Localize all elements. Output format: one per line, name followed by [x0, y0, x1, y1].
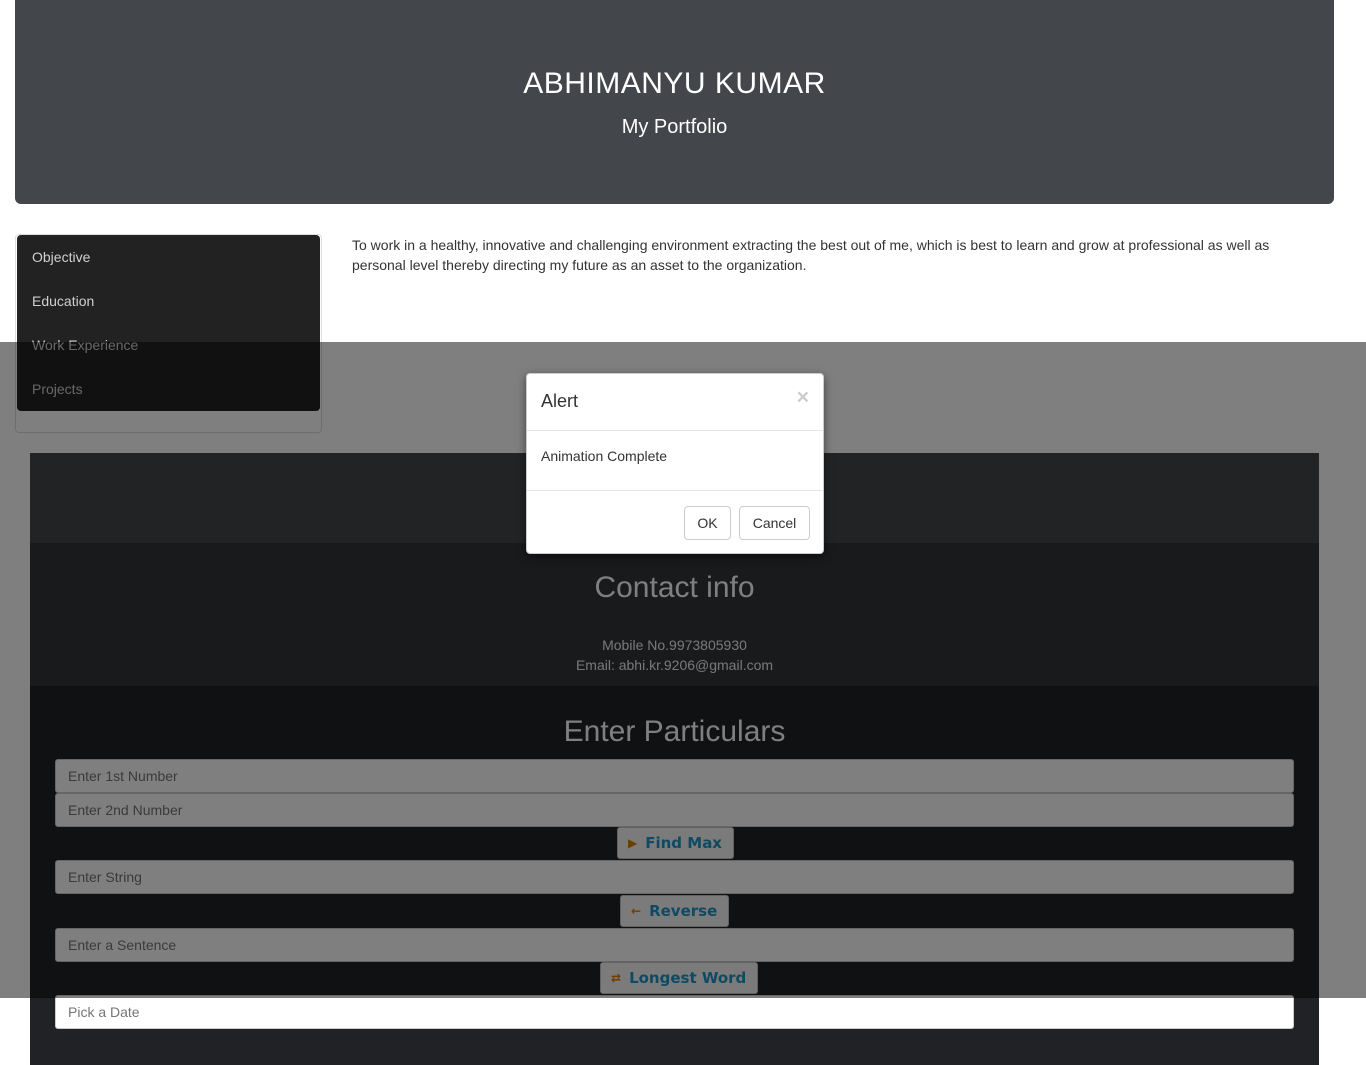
owner-name: ABHIMANYU KUMAR	[523, 67, 826, 100]
date-input[interactable]	[55, 995, 1294, 1029]
page: ABHIMANYU KUMAR My Portfolio Objective E…	[0, 0, 1366, 1065]
header-banner: ABHIMANYU KUMAR My Portfolio	[15, 0, 1334, 204]
dialog-message: Animation Complete	[541, 448, 668, 464]
dialog-header: Alert ×	[527, 374, 823, 431]
objective-text: To work in a healthy, innovative and cha…	[352, 237, 1270, 273]
dialog-footer: OK Cancel	[527, 491, 823, 553]
sidebar-item-objective[interactable]: Objective	[17, 235, 320, 279]
dialog-title: Alert	[541, 391, 579, 411]
dialog-body: Animation Complete	[527, 431, 823, 491]
alert-dialog: Alert × Animation Complete OK Cancel	[526, 373, 824, 554]
cancel-button[interactable]: Cancel	[739, 506, 810, 540]
sidebar-item-education[interactable]: Education	[17, 279, 320, 323]
ok-button[interactable]: OK	[684, 506, 731, 540]
close-icon[interactable]: ×	[797, 386, 809, 410]
page-subtitle: My Portfolio	[621, 116, 728, 138]
